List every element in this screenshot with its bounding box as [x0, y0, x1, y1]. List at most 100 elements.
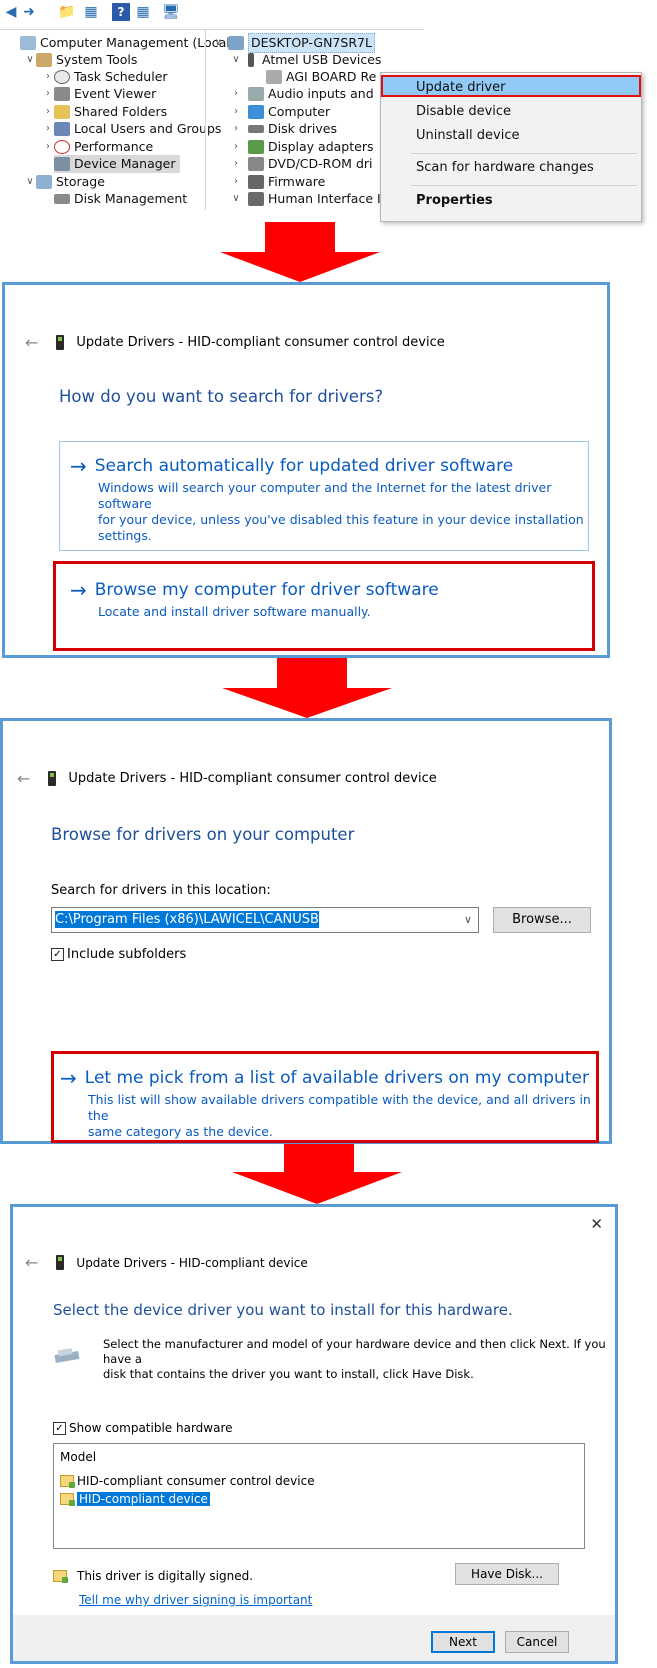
driver-icon — [60, 1474, 75, 1488]
pick-from-list-option[interactable]: → Let me pick from a list of available d… — [51, 1051, 599, 1143]
menu-item-properties[interactable]: Properties — [381, 190, 641, 212]
tree-item-performance[interactable]: › Performance — [42, 138, 153, 156]
chevron-down-icon[interactable]: ∨ — [24, 173, 36, 191]
chevron-right-icon[interactable]: › — [42, 68, 54, 86]
event-viewer-icon — [54, 87, 70, 101]
disk-icon — [54, 194, 70, 204]
menu-item-update-driver[interactable]: Update driver — [381, 75, 641, 97]
hid-icon — [248, 192, 264, 206]
dialog-title: How do you want to search for drivers? — [59, 387, 384, 406]
arrow-right-icon: → — [70, 454, 87, 478]
list-item[interactable]: HID-compliant consumer control device — [60, 1472, 315, 1489]
chevron-right-icon[interactable]: › — [230, 103, 242, 121]
tree-item-device-manager[interactable]: Device Manager — [54, 155, 180, 173]
tree-item-disk-drives[interactable]: › Disk drives — [230, 120, 337, 138]
down-arrow-3 — [232, 1144, 402, 1204]
tree-item-computer[interactable]: › Computer — [230, 103, 330, 121]
cancel-button[interactable]: Cancel — [505, 1631, 569, 1653]
chevron-right-icon[interactable]: › — [230, 155, 242, 173]
driver-path-combobox[interactable]: C:\Program Files (x86)\LAWICEL\CANUSB ∨ — [51, 907, 479, 933]
chevron-down-icon[interactable]: ∨ — [464, 908, 472, 932]
storage-icon — [36, 175, 52, 189]
back-arrow-icon[interactable]: ← — [25, 1253, 38, 1272]
pane-divider[interactable] — [205, 30, 206, 210]
back-arrow-icon[interactable]: ← — [25, 333, 38, 352]
tree-item-atmel-usb[interactable]: ∨ Atmel USB Devices — [230, 51, 381, 69]
menu-separator — [411, 185, 637, 186]
arrow-right-icon: → — [70, 578, 87, 602]
menu-item-uninstall-device[interactable]: Uninstall device — [381, 125, 641, 147]
checkbox-checked-icon[interactable]: ✓ — [53, 1421, 66, 1435]
chevron-right-icon[interactable]: › — [230, 138, 242, 156]
show-hide-tree-icon[interactable]: ▦ — [82, 3, 100, 21]
model-list[interactable]: Model HID-compliant consumer control dev… — [53, 1443, 585, 1549]
tree-item-event-viewer[interactable]: › Event Viewer — [42, 85, 156, 103]
driver-signing-link[interactable]: Tell me why driver signing is important — [79, 1589, 312, 1608]
include-subfolders-checkbox[interactable]: ✓ Include subfolders — [51, 947, 186, 962]
show-compatible-checkbox[interactable]: ✓ Show compatible hardware — [53, 1421, 233, 1435]
chevron-down-icon[interactable]: ∨ — [24, 51, 36, 69]
next-button[interactable]: Next — [431, 1631, 495, 1653]
chevron-right-icon[interactable]: › — [230, 120, 242, 138]
speaker-icon — [248, 87, 264, 101]
dialog-title: Select the device driver you want to ins… — [53, 1301, 513, 1319]
back-icon[interactable]: ◀ — [2, 3, 20, 21]
search-method-dialog: ← Update Drivers - HID-compliant consume… — [2, 282, 610, 658]
menu-item-scan-hardware[interactable]: Scan for hardware changes — [381, 157, 641, 179]
device-icon — [56, 335, 65, 350]
tree-item-firmware[interactable]: › Firmware — [230, 173, 325, 191]
tree-item-computer-management[interactable]: Computer Management (Local — [20, 34, 230, 52]
hardware-device-icon — [53, 1345, 83, 1367]
back-arrow-icon[interactable]: ← — [17, 769, 30, 788]
tree-item-disk-management[interactable]: Disk Management — [54, 190, 187, 208]
device-icon — [56, 1255, 65, 1270]
chevron-down-icon[interactable]: ∨ — [230, 51, 242, 69]
have-disk-button[interactable]: Have Disk... — [455, 1563, 559, 1585]
signed-status: This driver is digitally signed. — [53, 1569, 253, 1583]
menu-item-disable-device[interactable]: Disable device — [381, 101, 641, 123]
browse-drivers-dialog: ← Update Drivers - HID-compliant consume… — [0, 718, 612, 1144]
dialog-header: ← Update Drivers - HID-compliant consume… — [17, 769, 437, 788]
checkbox-checked-icon[interactable]: ✓ — [51, 948, 64, 961]
chevron-right-icon[interactable]: › — [42, 85, 54, 103]
tree-item-display-adapters[interactable]: › Display adapters — [230, 138, 373, 156]
tree-item-desktop[interactable]: ∨ DESKTOP-GN7SR7L — [212, 33, 375, 53]
disk-drive-icon — [248, 125, 264, 133]
browse-button[interactable]: Browse... — [493, 907, 591, 933]
chevron-down-icon[interactable]: ∨ — [212, 34, 224, 52]
display-adapter-icon — [248, 140, 264, 154]
tree-item-dvd[interactable]: › DVD/CD-ROM dri — [230, 155, 373, 173]
computer-management-panel: ◀ ➜ 📁 ▦ ? ▦ 🖥 Computer Management (Local… — [0, 0, 657, 222]
close-icon[interactable]: ✕ — [590, 1215, 603, 1233]
browse-computer-option[interactable]: → Browse my computer for driver software… — [53, 561, 595, 651]
tree-item-task-scheduler[interactable]: › Task Scheduler — [42, 68, 168, 86]
performance-icon — [54, 140, 70, 154]
tools-icon — [36, 53, 52, 67]
tree-item-hid[interactable]: ∨ Human Interface I — [230, 190, 381, 208]
help-icon[interactable]: ? — [112, 3, 130, 21]
chevron-right-icon[interactable]: › — [230, 85, 242, 103]
list-item-selected[interactable]: HID-compliant device — [60, 1490, 210, 1507]
chevron-down-icon[interactable]: ∨ — [230, 190, 242, 208]
up-folder-icon[interactable]: 📁 — [58, 3, 76, 21]
tree-item-shared-folders[interactable]: › Shared Folders — [42, 103, 167, 121]
forward-icon[interactable]: ➜ — [20, 3, 38, 21]
dialog-header: ← Update Drivers - HID-compliant consume… — [25, 333, 445, 352]
chevron-right-icon[interactable]: › — [42, 138, 54, 156]
chevron-right-icon[interactable]: › — [230, 173, 242, 191]
driver-icon — [60, 1492, 75, 1506]
tree-item-local-users[interactable]: › Local Users and Groups — [42, 120, 221, 138]
device-icon — [266, 70, 282, 84]
monitor-icon[interactable]: 🖥 — [162, 3, 180, 21]
tree-item-audio[interactable]: › Audio inputs and — [230, 85, 374, 103]
tree-item-system-tools[interactable]: ∨ System Tools — [24, 51, 137, 69]
device-icon — [48, 771, 57, 786]
usb-icon — [248, 53, 254, 67]
chevron-right-icon[interactable]: › — [42, 120, 54, 138]
tree-item-agi-board[interactable]: AGI BOARD Re — [266, 68, 376, 86]
tree-item-storage[interactable]: ∨ Storage — [24, 173, 105, 191]
toolbar-divider — [0, 29, 424, 30]
search-automatically-option[interactable]: → Search automatically for updated drive… — [59, 441, 589, 551]
chevron-right-icon[interactable]: › — [42, 103, 54, 121]
properties-icon[interactable]: ▦ — [134, 3, 152, 21]
